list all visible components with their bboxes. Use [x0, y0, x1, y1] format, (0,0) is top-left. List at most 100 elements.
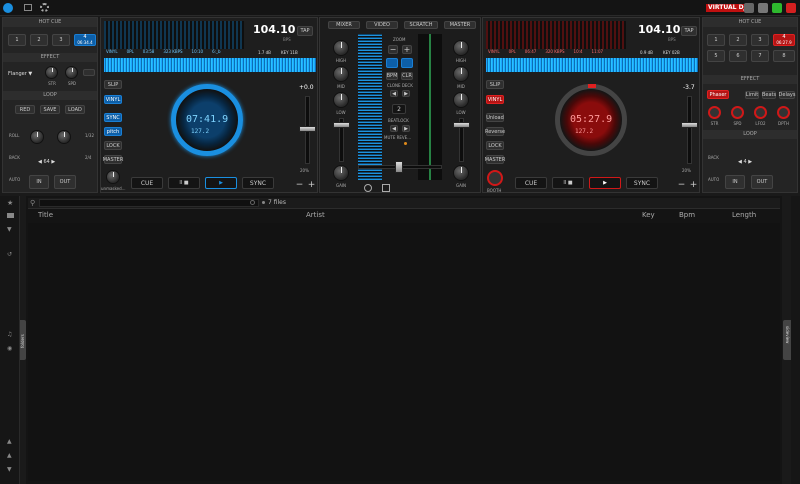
eye-icon[interactable]: ◉ [7, 345, 12, 352]
column-bpm[interactable]: Bpm [679, 211, 695, 219]
mixer-left-volume-fader[interactable] [333, 122, 350, 128]
deck1-cue-button[interactable]: CUE [131, 177, 163, 189]
hotcue-2-button[interactable]: 2 [30, 34, 48, 46]
mixer-video-icon[interactable] [382, 184, 390, 192]
effect-spd-knob[interactable] [65, 66, 78, 79]
right-effect-lfo-knob[interactable] [754, 106, 767, 119]
right-hotcue-5-button[interactable]: 5 [707, 50, 725, 62]
mixer-record-icon[interactable] [364, 184, 372, 192]
deck2-pitch-minus[interactable]: − [677, 180, 686, 190]
search-input[interactable] [39, 199, 259, 207]
hotcue-3-button[interactable]: 3 [52, 34, 70, 46]
right-loop-out-button[interactable]: OUT [751, 175, 773, 189]
deck2-lock-button[interactable]: LOCK [486, 141, 504, 150]
deck2-booth-knob[interactable] [487, 170, 503, 186]
deck1-pitch-plus[interactable]: + [307, 180, 316, 190]
loop-roll-knob-right[interactable] [57, 130, 71, 144]
mixer-left-low-knob[interactable] [333, 92, 349, 108]
right-effect-select[interactable]: Phaser [707, 90, 729, 99]
loop-load-button[interactable]: LOAD [65, 105, 85, 114]
effect-str-knob[interactable] [45, 66, 58, 79]
column-length[interactable]: Length [732, 211, 756, 219]
effect-options-button[interactable] [83, 69, 95, 76]
mixer-bpm-button[interactable]: BPM [386, 72, 398, 80]
right-hotcue-8-button[interactable]: 8 [773, 50, 795, 62]
expand-icon[interactable]: ▲ [7, 452, 12, 459]
tab-video[interactable]: VIDEO [366, 21, 398, 29]
deck2-sync-button[interactable]: SYNC [626, 177, 658, 189]
mixer-right-high-knob[interactable] [453, 40, 469, 56]
clone-next-button[interactable]: ▶ [402, 90, 410, 97]
column-title[interactable]: Title [38, 211, 53, 219]
deck1-pause-stop-button[interactable]: II ■ [168, 177, 200, 189]
music-note-icon[interactable]: ♫ [7, 331, 12, 338]
collapse-icon[interactable]: ▲ [7, 438, 12, 445]
tab-mixer[interactable]: MIXER [328, 21, 360, 29]
tab-master[interactable]: MASTER [444, 21, 476, 29]
app-logo-icon[interactable] [3, 3, 13, 13]
mixer-right-low-knob[interactable] [453, 92, 469, 108]
loop-red-button[interactable]: RED [15, 105, 35, 114]
deck2-reverse-button[interactable]: Reverse [485, 127, 505, 136]
right-effect-beats-button[interactable]: Beats [762, 91, 776, 99]
hotcue-1-button[interactable]: 1 [8, 34, 26, 46]
scroll-down-icon[interactable]: ▼ [7, 466, 12, 473]
right-effect-limit-button[interactable]: Limit [745, 91, 759, 99]
deck2-slip-button[interactable]: SLIP [486, 80, 504, 89]
mixer-left-mid-knob[interactable] [333, 66, 349, 82]
beatlock-prev[interactable]: ◀ [390, 125, 398, 132]
filter-icon[interactable]: ▼ [7, 226, 12, 233]
right-hotcue-4-button[interactable]: 4 06:27.9 [773, 34, 795, 46]
deck2-waveform[interactable] [486, 58, 698, 72]
window-settings-button[interactable] [744, 3, 754, 13]
crossfader[interactable] [395, 161, 403, 173]
deck2-tap-button[interactable]: TAP [681, 26, 697, 36]
deck1-encoder-knob[interactable] [106, 170, 120, 184]
right-hotcue-2-button[interactable]: 2 [729, 34, 747, 46]
effect-select[interactable]: Flanger ▼ [8, 71, 32, 77]
loop-roll-knob-left[interactable] [30, 130, 44, 144]
deck1-vinyl-button[interactable]: VINYL [104, 95, 122, 104]
deck2-cue-button[interactable]: CUE [515, 177, 547, 189]
star-icon[interactable]: ★ [7, 199, 13, 207]
folder-icon[interactable] [7, 213, 14, 218]
history-icon[interactable]: ↺ [7, 251, 12, 258]
sideview-tab[interactable]: sideview [783, 320, 791, 360]
column-key[interactable]: Key [642, 211, 655, 219]
deck1-pitch-button[interactable]: pitch [104, 127, 122, 136]
deck1-pitch-fader[interactable] [299, 126, 316, 132]
deck2-master-button[interactable]: MASTER [485, 155, 505, 164]
hotcue-4-button[interactable]: 4 06:34.4 [74, 34, 96, 46]
settings-gear-icon[interactable] [40, 3, 49, 12]
deck2-vinyl-button[interactable]: VINYL [486, 95, 504, 104]
deck2-pitch-plus[interactable]: + [689, 180, 698, 190]
mixer-scratch-waveform-right[interactable] [418, 34, 442, 180]
mixer-blue-toggle-right[interactable] [401, 58, 413, 68]
right-effect-depth-knob[interactable] [777, 106, 790, 119]
mixer-right-mid-knob[interactable] [453, 66, 469, 82]
right-loop-in-button[interactable]: IN [725, 175, 745, 189]
column-artist[interactable]: Artist [306, 211, 325, 219]
right-effect-delays-button[interactable]: Delays [779, 91, 795, 99]
close-button[interactable] [786, 3, 796, 13]
deck1-sync-button[interactable]: SYNC [242, 177, 274, 189]
deck1-sync-mode-button[interactable]: SYNC [104, 113, 122, 122]
right-hotcue-1-button[interactable]: 1 [707, 34, 725, 46]
layout-icon[interactable] [24, 4, 32, 11]
mixer-left-high-knob[interactable] [333, 40, 349, 56]
loop-in-button[interactable]: IN [29, 175, 49, 189]
mixer-left-gain-knob[interactable] [333, 165, 349, 181]
mixer-right-volume-fader[interactable] [453, 122, 470, 128]
beatlock-next[interactable]: ▶ [402, 125, 410, 132]
deck2-pitch-fader[interactable] [681, 122, 698, 128]
deck1-waveform[interactable] [104, 58, 316, 72]
deck1-slip-button[interactable]: SLIP [104, 80, 122, 89]
browser-file-list[interactable] [28, 223, 780, 481]
loop-out-button[interactable]: OUT [54, 175, 76, 189]
deck1-pitch-minus[interactable]: − [295, 180, 304, 190]
zoom-in-button[interactable]: + [402, 45, 412, 54]
deck1-play-button[interactable]: ▶ [205, 177, 237, 189]
deck2-pause-stop-button[interactable]: II ■ [552, 177, 584, 189]
right-loop-size-selector[interactable]: ◀ 4 ▶ [738, 159, 752, 165]
deck1-lock-button[interactable]: LOCK [104, 141, 122, 150]
